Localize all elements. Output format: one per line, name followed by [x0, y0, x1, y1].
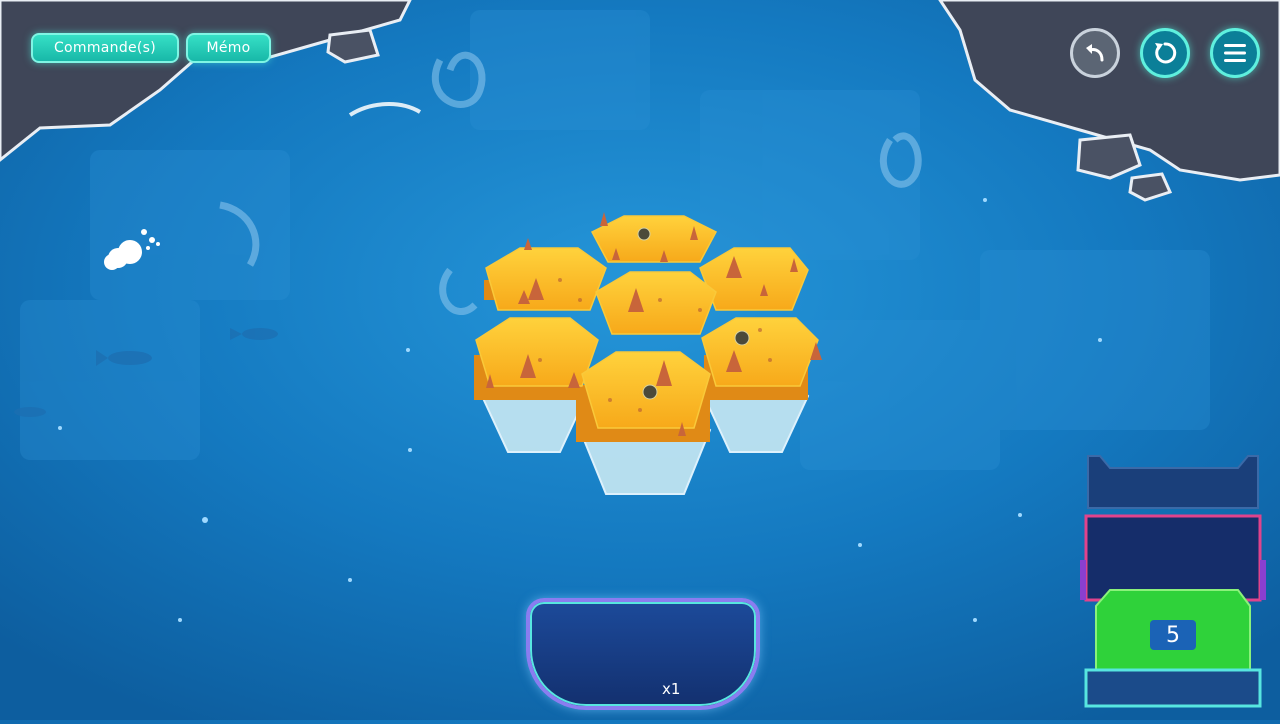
- tray-count-label: x1: [662, 680, 681, 698]
- undo-arrow-icon: [1086, 44, 1104, 62]
- level-panel: [1082, 452, 1266, 710]
- hex-island: [474, 212, 822, 495]
- menu-button[interactable]: [1210, 28, 1260, 78]
- reset-circular-arrow-icon: [1155, 42, 1177, 64]
- commands-button[interactable]: Commande(s): [31, 33, 179, 63]
- reset-button[interactable]: [1140, 28, 1190, 78]
- grab-tile-tray[interactable]: [526, 598, 760, 710]
- hamburger-menu-icon: [1224, 44, 1246, 62]
- memo-button[interactable]: Mémo: [186, 33, 271, 63]
- level-number: 5: [1150, 620, 1196, 650]
- back-button[interactable]: [1070, 28, 1120, 78]
